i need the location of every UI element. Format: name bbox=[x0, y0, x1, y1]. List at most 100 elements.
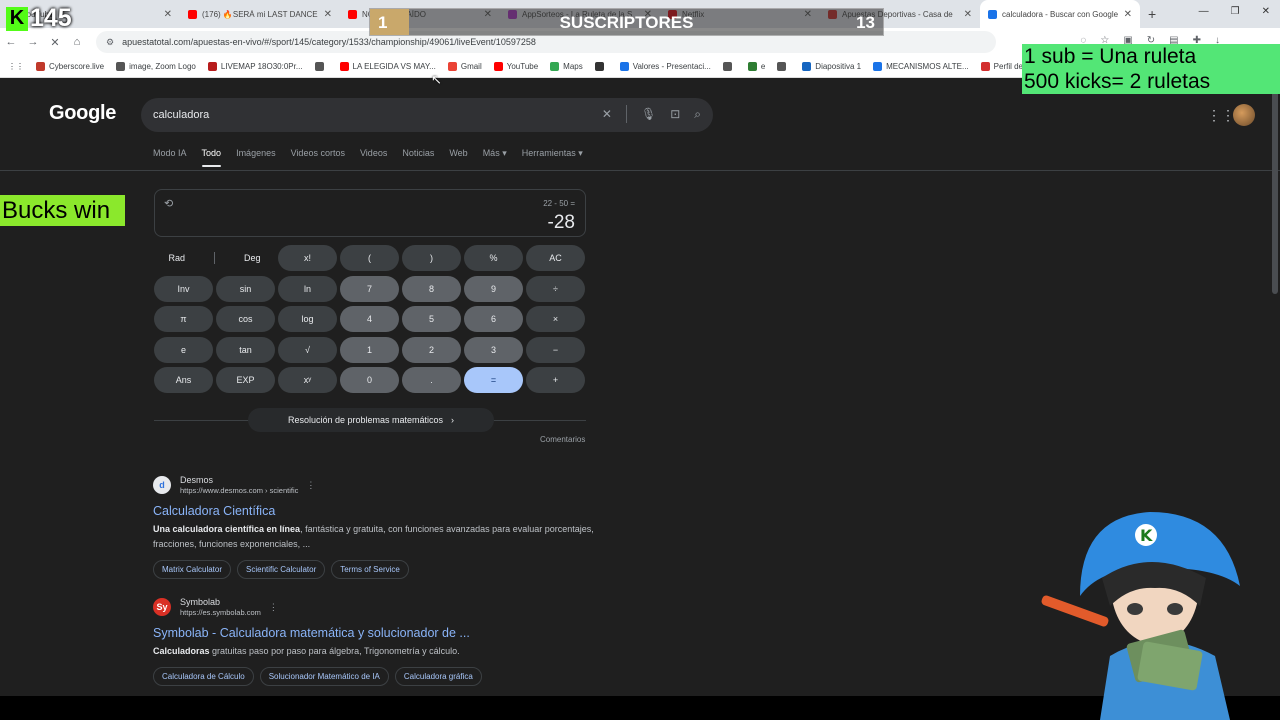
calc-key[interactable]: EXP bbox=[216, 367, 275, 394]
apps-grid-icon[interactable]: ⋮⋮ bbox=[8, 62, 24, 71]
calc-key[interactable]: sin bbox=[216, 275, 275, 302]
bookmark-item[interactable] bbox=[314, 62, 328, 71]
bookmark-item[interactable]: YouTube bbox=[493, 62, 538, 71]
result-source[interactable]: d Desmos https://www.desmos.com › scientif… bbox=[153, 474, 613, 496]
lens-icon[interactable]: ⊡ bbox=[670, 107, 680, 123]
calc-key[interactable]: √ bbox=[278, 336, 337, 363]
google-logo[interactable]: Google bbox=[49, 102, 116, 125]
avatar[interactable] bbox=[1233, 104, 1255, 126]
feedback-link[interactable]: Comentarios bbox=[540, 435, 585, 444]
bookmark-item[interactable]: Perfil de bbox=[980, 62, 1023, 71]
more-options-icon[interactable]: ⋮ bbox=[269, 602, 278, 613]
calc-key[interactable]: Ans bbox=[154, 367, 213, 394]
close-tab-icon[interactable]: ✕ bbox=[324, 9, 332, 20]
history-icon[interactable]: ⟲ bbox=[164, 197, 173, 210]
calc-key[interactable]: ( bbox=[340, 245, 399, 271]
calc-key[interactable]: % bbox=[464, 245, 523, 271]
calc-key[interactable]: ÷ bbox=[526, 275, 585, 302]
search-icon[interactable]: ⌕ bbox=[694, 107, 701, 123]
bookmark-item[interactable] bbox=[594, 62, 608, 71]
result-source[interactable]: Sy Symbolab https://es.symbolab.com ⋮ bbox=[153, 596, 613, 618]
sitelink-chip[interactable]: Solucionador Matemático de IA bbox=[259, 667, 389, 686]
calc-key[interactable]: ) bbox=[402, 245, 461, 271]
clear-icon[interactable]: ✕ bbox=[602, 107, 612, 123]
tab-imágenes[interactable]: Imágenes bbox=[236, 148, 276, 167]
calc-key[interactable]: 0 bbox=[340, 367, 399, 394]
bookmark-item[interactable]: Cyberscore.live bbox=[36, 62, 104, 71]
close-tab-icon[interactable]: ✕ bbox=[964, 9, 972, 20]
deg-key[interactable]: Deg bbox=[244, 253, 261, 263]
browser-tab[interactable]: calculadora - Buscar con Google ✕ bbox=[980, 0, 1140, 28]
close-window-button[interactable]: ✕ bbox=[1262, 6, 1270, 17]
bookmark-item[interactable]: image, Zoom Logo bbox=[116, 62, 196, 71]
bookmark-item[interactable]: Diapositiva 1 bbox=[802, 62, 861, 71]
tab-más[interactable]: Más ▾ bbox=[483, 148, 507, 167]
minimize-button[interactable]: — bbox=[1199, 6, 1209, 17]
calc-key[interactable]: + bbox=[526, 367, 585, 394]
microphone-icon[interactable]: 🎙 bbox=[641, 107, 656, 123]
bookmark-item[interactable]: e bbox=[747, 62, 765, 71]
tab-noticias[interactable]: Noticias bbox=[402, 148, 434, 167]
new-tab-button[interactable]: + bbox=[1148, 6, 1156, 22]
sitelink-chip[interactable]: Scientific Calculator bbox=[237, 560, 326, 579]
bookmark-item[interactable]: LA ELEGIDA VS MAY... bbox=[339, 62, 436, 71]
maximize-button[interactable]: ❐ bbox=[1231, 6, 1240, 17]
calc-key[interactable]: log bbox=[278, 306, 337, 333]
page-scrollbar[interactable] bbox=[1272, 84, 1278, 294]
calc-key[interactable]: π bbox=[154, 306, 213, 333]
calc-key[interactable]: 1 bbox=[340, 336, 399, 363]
calc-key[interactable]: 3 bbox=[464, 336, 523, 363]
calc-key[interactable]: 7 bbox=[340, 275, 399, 302]
calc-key[interactable]: ln bbox=[278, 275, 337, 302]
calc-key[interactable]: 8 bbox=[402, 275, 461, 302]
calc-key[interactable]: e bbox=[154, 336, 213, 363]
calc-key[interactable]: − bbox=[526, 336, 585, 363]
rad-key[interactable]: Rad bbox=[168, 253, 185, 263]
tab-todo[interactable]: Todo bbox=[201, 148, 221, 167]
result-title-link[interactable]: Calculadora Científica bbox=[153, 504, 613, 518]
home-icon[interactable]: ⌂ bbox=[66, 36, 88, 48]
browser-tab[interactable]: (176) 🔥SERÁ mi LAST DANCE ✕ bbox=[180, 0, 340, 28]
reload-stop-icon[interactable]: ✕ bbox=[44, 36, 66, 49]
back-icon[interactable]: ← bbox=[0, 36, 22, 48]
math-solver-button[interactable]: Resolución de problemas matemáticos › bbox=[248, 408, 494, 432]
calc-key[interactable]: 4 bbox=[340, 306, 399, 333]
bookmark-item[interactable] bbox=[777, 62, 790, 71]
calc-key[interactable]: 2 bbox=[402, 336, 461, 363]
bookmark-item[interactable]: Gmail bbox=[447, 62, 482, 71]
calc-key[interactable]: xʸ bbox=[278, 367, 337, 394]
rad-deg-toggle[interactable]: Rad Deg bbox=[154, 245, 275, 271]
sitelink-chip[interactable]: Terms of Service bbox=[331, 560, 409, 579]
calc-key[interactable]: x! bbox=[278, 245, 337, 271]
tab-web[interactable]: Web bbox=[449, 148, 467, 167]
bookmark-item[interactable]: Valores - Presentaci... bbox=[619, 62, 711, 71]
more-options-icon[interactable]: ⋮ bbox=[306, 480, 315, 491]
bookmark-item[interactable]: Maps bbox=[550, 62, 583, 71]
calc-key[interactable]: . bbox=[402, 367, 461, 394]
result-title-link[interactable]: Symbolab - Calculadora matemática y solu… bbox=[153, 626, 613, 640]
calc-key[interactable]: AC bbox=[526, 245, 585, 271]
site-info-icon[interactable]: ⚙ bbox=[106, 37, 114, 48]
bookmark-item[interactable]: LIVEMAP 18O30:0Pr... bbox=[207, 62, 303, 71]
sitelink-chip[interactable]: Calculadora de Cálculo bbox=[153, 667, 254, 686]
bookmark-item[interactable]: MECANISMOS ALTE... bbox=[873, 62, 969, 71]
calc-key[interactable]: × bbox=[526, 306, 585, 333]
tab-videos[interactable]: Videos bbox=[360, 148, 387, 167]
calc-key[interactable]: = bbox=[464, 367, 523, 394]
calc-key[interactable]: tan bbox=[216, 336, 275, 363]
calc-key[interactable]: 6 bbox=[464, 306, 523, 333]
calc-key[interactable]: cos bbox=[216, 306, 275, 333]
search-input[interactable]: calculadora ✕ 🎙 ⊡ ⌕ bbox=[141, 98, 713, 132]
calc-key[interactable]: Inv bbox=[154, 275, 213, 302]
bookmark-item[interactable] bbox=[722, 62, 736, 71]
close-tab-icon[interactable]: ✕ bbox=[1124, 9, 1132, 20]
calc-key[interactable]: 9 bbox=[464, 275, 523, 302]
close-tab-icon[interactable]: ✕ bbox=[164, 9, 172, 20]
forward-icon[interactable]: → bbox=[22, 36, 44, 48]
calc-key[interactable]: 5 bbox=[402, 306, 461, 333]
tab-herramientas[interactable]: Herramientas ▾ bbox=[522, 148, 583, 167]
sitelink-chip[interactable]: Calculadora gráfica bbox=[394, 667, 482, 686]
sitelink-chip[interactable]: Matrix Calculator bbox=[153, 560, 232, 579]
tab-modo-ia[interactable]: Modo IA bbox=[153, 148, 187, 167]
tab-videos-cortos[interactable]: Videos cortos bbox=[291, 148, 345, 167]
